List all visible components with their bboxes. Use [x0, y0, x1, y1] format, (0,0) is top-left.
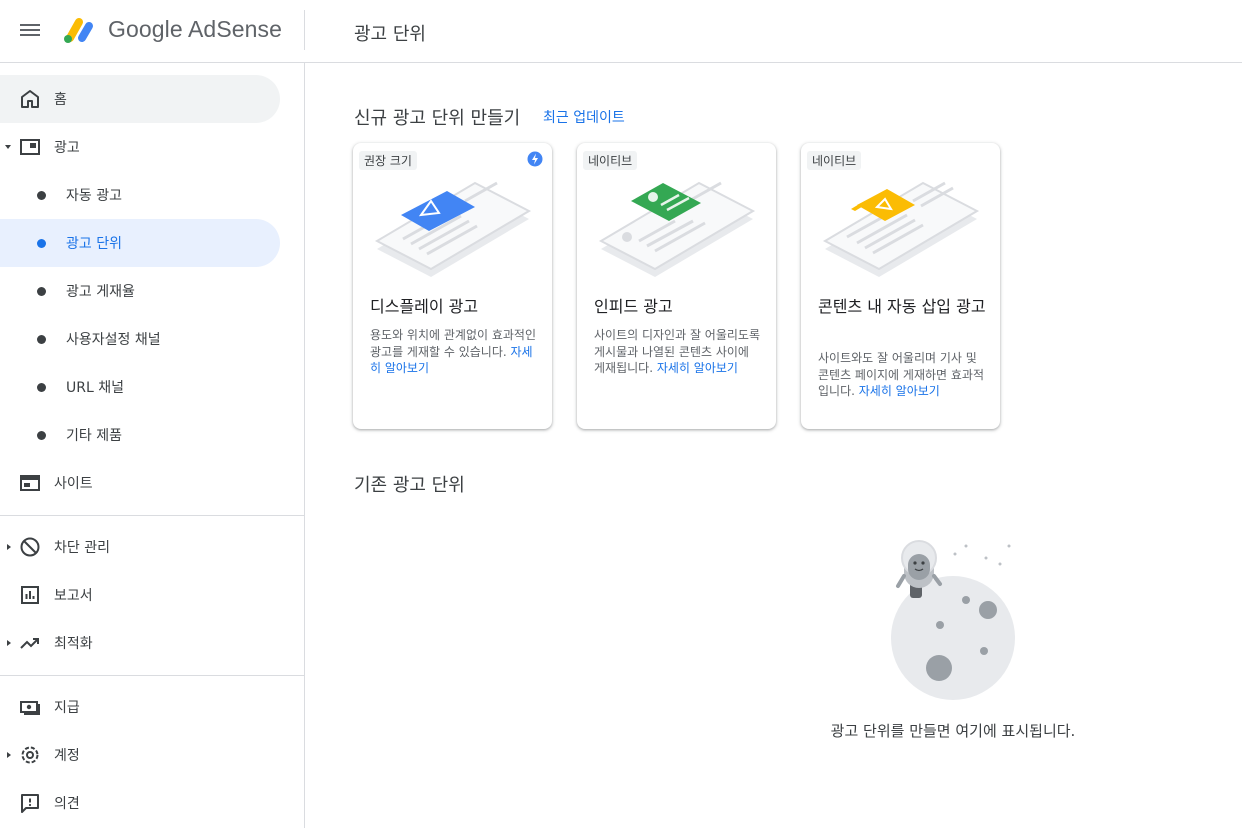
create-ad-unit-heading: 신규 광고 단위 만들기 [354, 108, 521, 129]
astronaut-moon-illustration [891, 540, 1015, 700]
gear-icon [21, 746, 39, 764]
adsense-logo[interactable] [62, 14, 96, 46]
chevron-right-icon [7, 544, 11, 550]
card-title: 콘텐츠 내 자동 삽입 광고 [818, 297, 986, 316]
sidebar-item-label: 기타 제품 [66, 428, 122, 444]
sidebar-item-custom-channels[interactable]: 사용자설정 채널 [0, 315, 280, 363]
native-chip: 네이티브 [807, 151, 862, 170]
bullet-icon [37, 239, 46, 248]
trending-icon [20, 638, 39, 649]
card-description: 용도와 위치에 관계없이 효과적인 광고를 게재할 수 있습니다. 자세히 알아… [370, 328, 537, 375]
chevron-right-icon [7, 752, 11, 758]
card-description: 사이트와도 잘 어울리며 기사 및 콘텐츠 페이지에 게재하면 효과적입니다. … [818, 351, 985, 398]
sidebar-item-feedback[interactable]: 의견 [0, 779, 280, 827]
empty-state-message: 광고 단위를 만들면 여기에 표시됩니다. [830, 722, 1076, 740]
sidebar-item-payments[interactable]: 지급 [0, 683, 280, 731]
sidebar-item-label: URL 채널 [66, 380, 124, 396]
in-article-ads-card[interactable]: 네이티브 콘텐츠 내 자동 삽입 광고 사이트와도 잘 어울리며 기사 및 콘텐… [801, 143, 1000, 429]
existing-ad-units-heading: 기존 광고 단위 [354, 475, 465, 496]
card-title: 디스플레이 광고 [370, 297, 479, 316]
recommended-size-chip: 권장 크기 [359, 151, 417, 170]
bullet-icon [37, 383, 46, 392]
sidebar-item-label: 보고서 [54, 588, 93, 604]
sidebar-item-label: 자동 광고 [66, 188, 122, 204]
sidebar-item-label: 최적화 [54, 636, 93, 652]
sidebar-item-label: 사용자설정 채널 [66, 332, 161, 348]
site-icon [20, 475, 40, 491]
recent-updates-link[interactable]: 최근 업데이트 [543, 107, 625, 127]
payments-icon [20, 701, 40, 715]
sidebar: 홈 광고 자동 광고 광고 단위 광고 게재율 사용자설정 채널 URL 채널 … [0, 63, 305, 828]
in-feed-ad-illustration [598, 181, 756, 277]
learn-more-link[interactable]: 자세히 알아보기 [657, 361, 738, 375]
sidebar-item-label: 지급 [54, 700, 80, 716]
sidebar-item-url-channels[interactable]: URL 채널 [0, 363, 280, 411]
sidebar-divider [0, 515, 304, 516]
page-title: 광고 단위 [354, 24, 426, 45]
bullet-icon [37, 191, 46, 200]
in-feed-ads-card[interactable]: 네이티브 인피드 광고 사이트의 디자인과 잘 어울리도록 게시물과 나열된 콘… [577, 143, 776, 429]
sidebar-divider [0, 675, 304, 676]
block-icon [20, 537, 40, 557]
sidebar-item-reports[interactable]: 보고서 [0, 571, 280, 619]
header-divider [304, 10, 305, 50]
sidebar-item-label: 차단 관리 [54, 540, 110, 556]
sidebar-item-ads[interactable]: 광고 [0, 123, 280, 171]
bullet-icon [37, 287, 46, 296]
sidebar-item-label: 홈 [54, 92, 67, 108]
card-description: 사이트의 디자인과 잘 어울리도록 게시물과 나열된 콘텐츠 사이에 게재됩니다… [594, 328, 761, 375]
sidebar-item-optimization[interactable]: 최적화 [0, 619, 280, 667]
ad-icon [20, 139, 40, 155]
learn-more-link[interactable]: 자세히 알아보기 [859, 384, 940, 398]
chevron-down-icon [5, 145, 11, 149]
sidebar-item-label: 광고 [54, 140, 80, 156]
bullet-icon [37, 431, 46, 440]
native-chip: 네이티브 [583, 151, 638, 170]
top-app-bar: Google AdSense 광고 단위 [0, 0, 1242, 63]
sidebar-item-ad-units[interactable]: 광고 단위 [0, 219, 280, 267]
sidebar-item-home[interactable]: 홈 [0, 75, 280, 123]
brand-name: Google AdSense [108, 16, 283, 42]
sidebar-item-label: 사이트 [54, 476, 93, 492]
bullet-icon [37, 335, 46, 344]
display-ad-illustration [374, 181, 532, 277]
menu-icon[interactable] [20, 21, 40, 41]
sidebar-item-label: 광고 단위 [66, 236, 122, 252]
sidebar-item-sites[interactable]: 사이트 [0, 459, 280, 507]
sidebar-item-label: 계정 [54, 748, 80, 764]
report-icon [21, 586, 39, 604]
home-icon [21, 90, 39, 108]
sidebar-item-other-products[interactable]: 기타 제품 [0, 411, 280, 459]
display-ads-card[interactable]: 권장 크기 디스플레이 광고 용도와 위치에 관계없이 효과적인 광고를 게재할… [353, 143, 552, 429]
sidebar-item-blocking-controls[interactable]: 차단 관리 [0, 523, 280, 571]
in-article-ad-illustration [822, 181, 980, 277]
sidebar-item-account[interactable]: 계정 [0, 731, 280, 779]
sidebar-item-label: 광고 게재율 [66, 284, 135, 300]
sidebar-item-label: 의견 [54, 796, 80, 812]
chevron-right-icon [7, 640, 11, 646]
sidebar-item-ad-serving[interactable]: 광고 게재율 [0, 267, 280, 315]
card-title: 인피드 광고 [594, 297, 673, 316]
feedback-icon [21, 794, 39, 813]
bolt-icon [527, 151, 543, 167]
sidebar-item-auto-ads[interactable]: 자동 광고 [0, 171, 280, 219]
